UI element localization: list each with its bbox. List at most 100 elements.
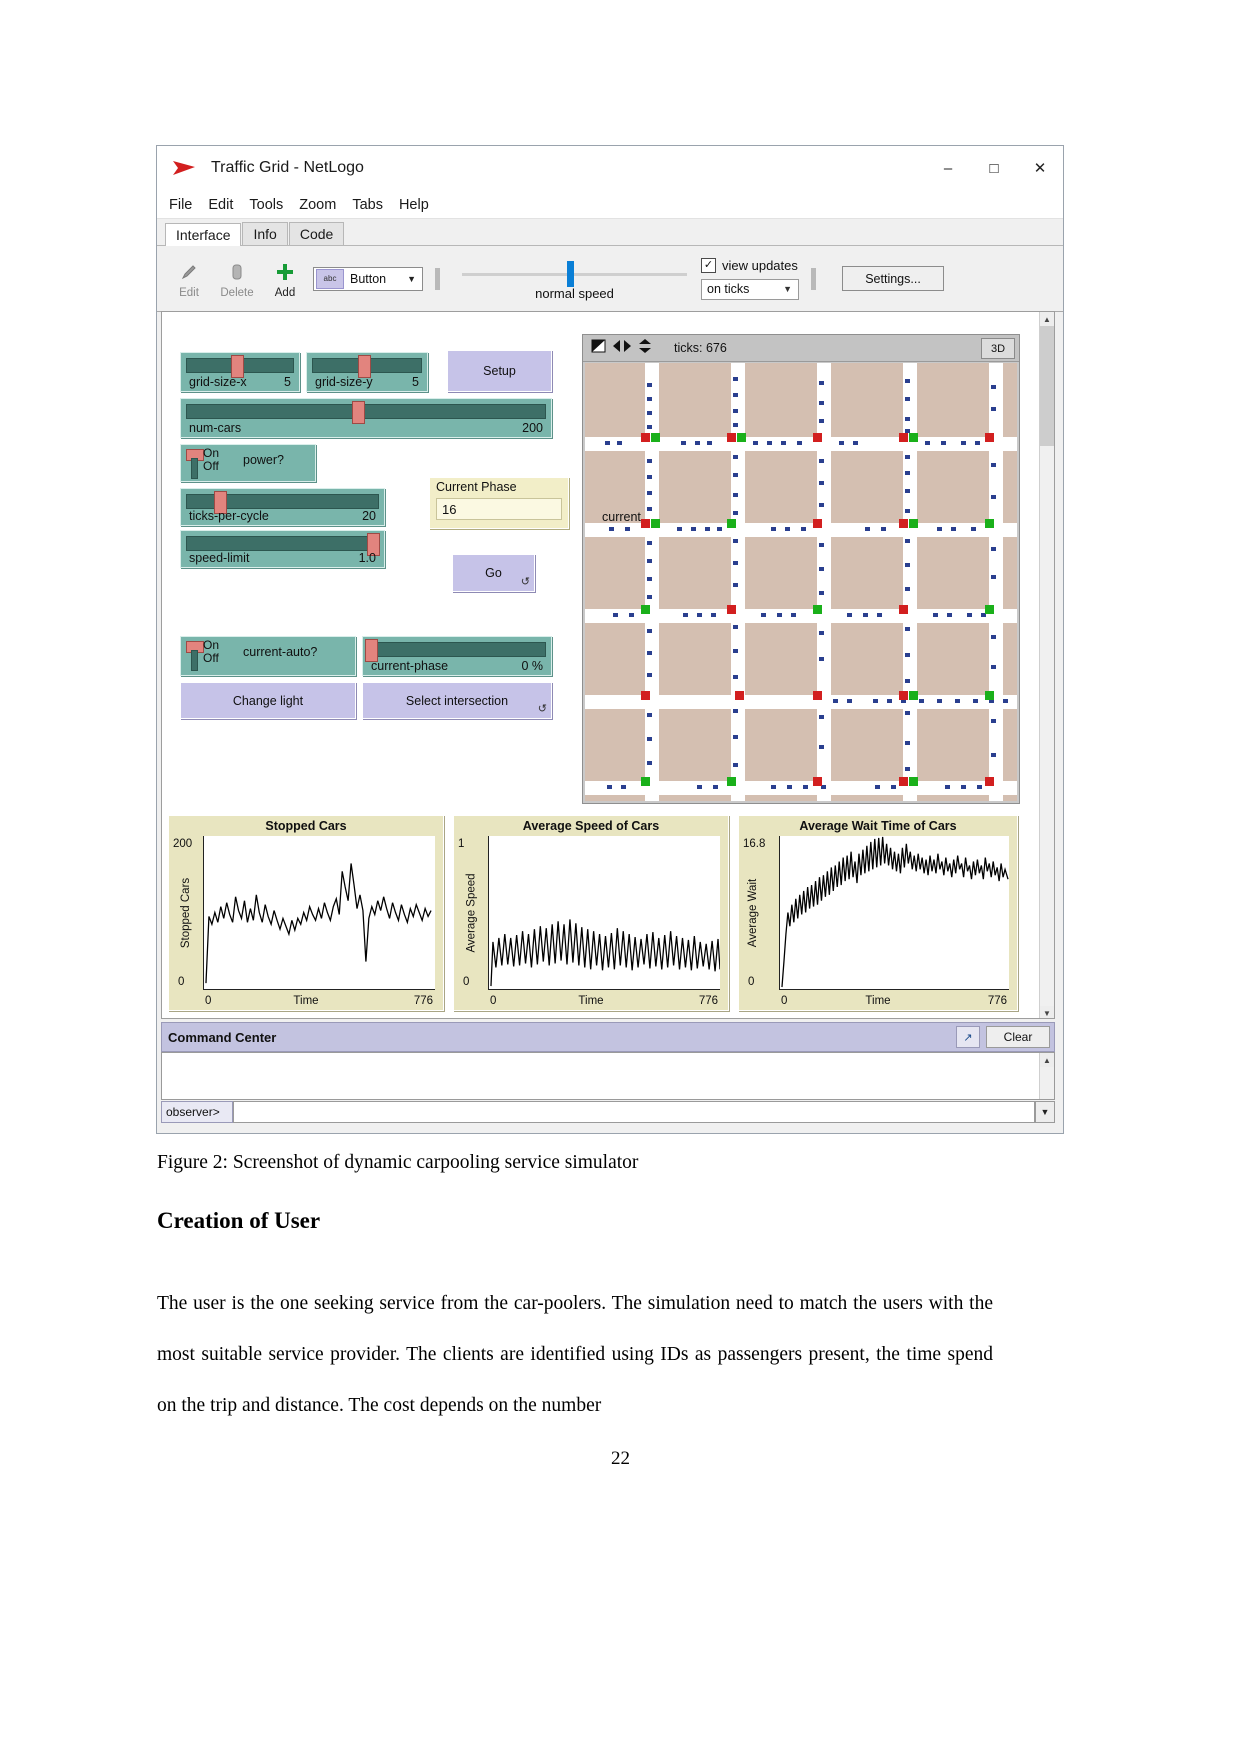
slider-label: speed-limit	[189, 551, 250, 565]
plot-title: Average Wait Time of Cars	[799, 819, 957, 833]
chevron-down-icon: ▼	[407, 273, 416, 284]
scroll-up-icon[interactable]: ▲	[1040, 1053, 1054, 1067]
scroll-down-icon[interactable]: ▼	[1040, 1006, 1054, 1018]
switch-stem	[191, 650, 198, 671]
plot-x-label: Time	[578, 995, 604, 1007]
command-input[interactable]	[233, 1101, 1035, 1123]
slider-track	[186, 536, 379, 551]
tab-info[interactable]: Info	[242, 222, 288, 245]
speed-slider[interactable]: normal speed	[462, 256, 687, 302]
plot-x-max: 776	[987, 995, 1007, 1007]
tab-interface[interactable]: Interface	[165, 223, 242, 246]
switch-power[interactable]: On Off power?	[180, 444, 316, 482]
switch-on-label: On	[203, 638, 220, 652]
window-buttons: – □ ✕	[925, 146, 1063, 190]
slider-label: current-phase	[371, 659, 449, 673]
widget-type-select[interactable]: abc Button ▼	[313, 266, 423, 291]
world-canvas[interactable]: current	[585, 363, 1017, 801]
slider-ticks-per-cycle[interactable]: ticks-per-cycle 20	[180, 488, 385, 526]
menu-tools[interactable]: Tools	[249, 197, 283, 213]
netlogo-window: Traffic Grid - NetLogo – □ ✕ File Edit T…	[156, 145, 1064, 1134]
settings-button[interactable]: Settings...	[842, 266, 944, 291]
window-title: Traffic Grid - NetLogo	[211, 159, 364, 176]
slider-label: grid-size-y	[315, 375, 373, 389]
delete-tool[interactable]: Delete	[213, 259, 261, 299]
chevron-down-icon: ▼	[783, 284, 792, 294]
slider-value: 5	[284, 375, 291, 389]
speed-slider-thumb[interactable]	[567, 260, 574, 287]
current-intersection-label: current	[602, 510, 641, 524]
plot-title: Average Speed of Cars	[522, 819, 660, 833]
select-tool-icon[interactable]	[591, 339, 606, 357]
view-updates-group: ✓ view updates on ticks ▼	[701, 255, 799, 303]
command-center-buttons: ↗ Clear	[956, 1026, 1050, 1048]
slider-grid-size-x[interactable]: grid-size-x 5	[180, 352, 300, 392]
plot-x-max: 776	[698, 995, 718, 1007]
observer-prompt: observer>	[161, 1101, 233, 1123]
title-bar: Traffic Grid - NetLogo – □ ✕	[157, 146, 1063, 191]
slider-thumb[interactable]	[352, 401, 365, 424]
maximize-button[interactable]: □	[971, 146, 1017, 190]
interface-scrollbar[interactable]: ▲ ▼	[1039, 312, 1054, 1018]
slider-track	[186, 404, 546, 419]
slider-current-phase[interactable]: current-phase 0 %	[362, 636, 552, 676]
menu-help[interactable]: Help	[399, 197, 429, 213]
3d-view-button[interactable]: 3D	[981, 338, 1015, 359]
plot-series-stopped-cars	[205, 863, 432, 984]
plot-y-min: 0	[748, 976, 755, 988]
forever-icon: ↺	[537, 703, 547, 715]
menu-file[interactable]: File	[169, 197, 192, 213]
minimize-button[interactable]: –	[925, 146, 971, 190]
scroll-up-icon[interactable]: ▲	[1040, 312, 1054, 326]
view-updates-checkbox-row[interactable]: ✓ view updates	[701, 257, 799, 273]
change-light-button[interactable]: Change light	[180, 682, 356, 719]
slider-num-cars[interactable]: num-cars 200	[180, 398, 552, 438]
menu-edit[interactable]: Edit	[208, 197, 233, 213]
select-intersection-label: Select intersection	[405, 693, 509, 708]
switch-stem	[191, 458, 198, 479]
slider-value: 200	[522, 421, 543, 435]
go-button[interactable]: Go ↺	[452, 554, 535, 592]
forever-icon: ↺	[520, 576, 530, 588]
tab-code[interactable]: Code	[288, 222, 345, 245]
clear-button[interactable]: Clear	[986, 1026, 1050, 1048]
add-tool-label: Add	[274, 286, 296, 299]
update-mode-select[interactable]: on ticks ▼	[701, 278, 799, 300]
slider-speed-limit[interactable]: speed-limit 1.0	[180, 530, 385, 568]
plot-series-average-wait	[781, 836, 1009, 988]
slider-value: 5	[412, 375, 419, 389]
command-center-output-scrollbar[interactable]: ▲	[1039, 1053, 1054, 1099]
world-view[interactable]: ticks: 676 3D current	[582, 334, 1020, 804]
command-center-input-row: observer> ▼	[161, 1100, 1055, 1124]
switch-current-auto[interactable]: On Off current-auto?	[180, 636, 356, 676]
scrollbar-thumb[interactable]	[1040, 326, 1054, 446]
pan-horizontal-icon[interactable]	[612, 339, 632, 357]
select-intersection-button[interactable]: Select intersection ↺	[362, 682, 552, 719]
scroll-down-icon[interactable]: ▼	[1035, 1101, 1055, 1123]
view-updates-checkbox[interactable]: ✓	[701, 257, 716, 273]
close-button[interactable]: ✕	[1017, 146, 1063, 190]
interface-toolbar: Edit Delete Add abc Button ▼ normal spee…	[157, 246, 1063, 312]
abc-chip-icon: abc	[316, 268, 344, 289]
switch-lever[interactable]	[186, 449, 204, 479]
menu-tabs[interactable]: Tabs	[352, 197, 383, 213]
toolbar-separator-2	[811, 267, 816, 290]
page-number: 22	[611, 1448, 630, 1469]
popout-icon[interactable]: ↗	[956, 1026, 980, 1048]
slider-label: ticks-per-cycle	[189, 509, 269, 523]
section-heading: Creation of User	[157, 1208, 321, 1233]
edit-tool[interactable]: Edit	[165, 259, 213, 299]
add-tool[interactable]: Add	[261, 259, 309, 299]
switch-off-label: Off	[203, 459, 219, 473]
slider-value: 20	[362, 509, 376, 523]
switch-lever[interactable]	[186, 641, 204, 671]
pan-vertical-icon[interactable]	[638, 338, 652, 358]
menu-zoom[interactable]: Zoom	[299, 197, 336, 213]
speed-slider-track	[462, 272, 687, 276]
menu-bar: File Edit Tools Zoom Tabs Help	[157, 191, 1063, 219]
slider-grid-size-y[interactable]: grid-size-y 5	[306, 352, 428, 392]
switch-label: current-auto?	[243, 645, 318, 659]
setup-button[interactable]: Setup	[447, 350, 552, 392]
plot-x-max: 776	[413, 995, 433, 1007]
command-center-output: ▲	[161, 1052, 1055, 1100]
